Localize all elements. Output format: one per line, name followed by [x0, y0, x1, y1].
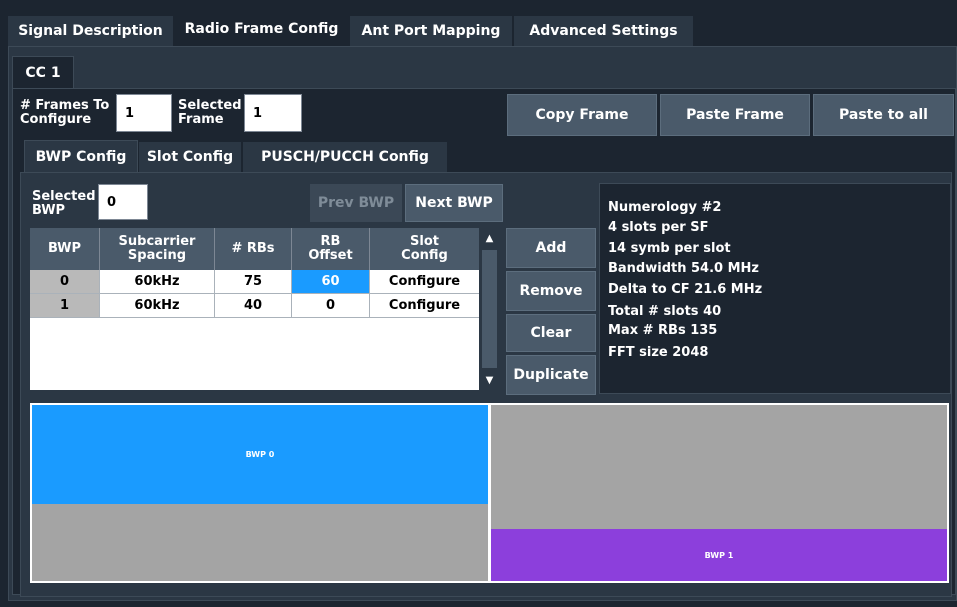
table-scrollbar[interactable]: ▲ ▼ — [479, 228, 500, 390]
paste-to-all-button[interactable]: Paste to all — [813, 94, 954, 136]
bwp-table: BWP Subcarrier Spacing # RBs RB Offset Slo… — [30, 228, 479, 390]
cell-subcarrier-spacing[interactable]: 60kHz — [100, 270, 215, 294]
scroll-down-icon[interactable]: ▼ — [479, 370, 500, 390]
selected-frame-field[interactable]: 1 — [244, 94, 302, 132]
cell-rb-offset[interactable]: 60 — [292, 270, 370, 294]
cell-rbs[interactable]: 40 — [215, 294, 292, 318]
bwp1-block: BWP 1 — [491, 529, 947, 581]
tab-radio-frame-config[interactable]: Radio Frame Config — [175, 12, 349, 46]
table-row[interactable]: 0 60kHz 75 60 Configure — [30, 270, 479, 294]
bwp1-column: BWP 1 — [491, 405, 947, 581]
scroll-track[interactable] — [482, 250, 497, 368]
frames-to-configure-field[interactable]: 1 — [116, 94, 172, 132]
tab-ant-port-mapping[interactable]: Ant Port Mapping — [350, 16, 513, 46]
bwp0-column: BWP 0 — [32, 405, 488, 581]
remove-button[interactable]: Remove — [506, 271, 596, 311]
copy-frame-button[interactable]: Copy Frame — [507, 94, 657, 136]
bwp-visualization: BWP 0 BWP 1 — [30, 403, 949, 583]
tab-advanced-settings[interactable]: Advanced Settings — [514, 16, 694, 46]
selected-bwp-field[interactable]: 0 — [98, 184, 148, 220]
header-slot-config: Slot Config — [401, 234, 448, 263]
tab-signal-description[interactable]: Signal Description — [8, 16, 174, 46]
info-fft-size: FFT size 2048 — [608, 344, 709, 360]
tab-cc1[interactable]: CC 1 — [12, 56, 74, 88]
cell-bwp[interactable]: 1 — [30, 294, 100, 318]
cell-rb-offset[interactable]: 0 — [292, 294, 370, 318]
bwp0-block: BWP 0 — [32, 405, 488, 504]
selected-frame-label: Selected Frame — [178, 98, 242, 127]
tab-slot-config[interactable]: Slot Config — [139, 142, 242, 172]
info-max-rbs: Max # RBs 135 — [608, 323, 718, 338]
cell-rbs[interactable]: 75 — [215, 270, 292, 294]
clear-button[interactable]: Clear — [506, 314, 596, 352]
paste-frame-button[interactable]: Paste Frame — [660, 94, 810, 136]
selected-bwp-label: Selected BWP — [32, 189, 96, 218]
info-bandwidth: Bandwidth 54.0 MHz — [608, 260, 759, 276]
numerology-info-box: Numerology #2 4 slots per SF 14 symb per… — [599, 183, 951, 394]
info-delta-to-cf: Delta to CF 21.6 MHz — [608, 282, 763, 297]
info-slots-per-sf: 4 slots per SF — [608, 219, 709, 235]
next-bwp-button[interactable]: Next BWP — [405, 184, 503, 222]
header-subcarrier-spacing: Subcarrier Spacing — [100, 228, 215, 270]
add-button[interactable]: Add — [506, 228, 596, 268]
table-header: BWP Subcarrier Spacing # RBs RB Offset Slo… — [30, 228, 479, 270]
prev-bwp-button[interactable]: Prev BWP — [310, 184, 402, 222]
frames-to-configure-label: # Frames To Configure — [20, 98, 110, 127]
duplicate-button[interactable]: Duplicate — [506, 355, 596, 395]
cell-bwp[interactable]: 0 — [30, 270, 100, 294]
cell-slot-config[interactable]: Configure — [370, 294, 479, 318]
header-bwp: BWP — [30, 228, 100, 270]
tab-bwp-config[interactable]: BWP Config — [24, 140, 138, 172]
cell-subcarrier-spacing[interactable]: 60kHz — [100, 294, 215, 318]
main-tab-bar: Signal Description Radio Frame Config An… — [0, 0, 957, 46]
header-rbs: # RBs — [215, 228, 292, 270]
cell-slot-config[interactable]: Configure — [370, 270, 479, 294]
table-row[interactable]: 1 60kHz 40 0 Configure — [30, 294, 479, 318]
tab-pusch-pucch-config[interactable]: PUSCH/PUCCH Config — [243, 142, 448, 172]
header-rb-offset: RB Offset — [292, 228, 370, 270]
scroll-up-icon[interactable]: ▲ — [479, 228, 500, 248]
